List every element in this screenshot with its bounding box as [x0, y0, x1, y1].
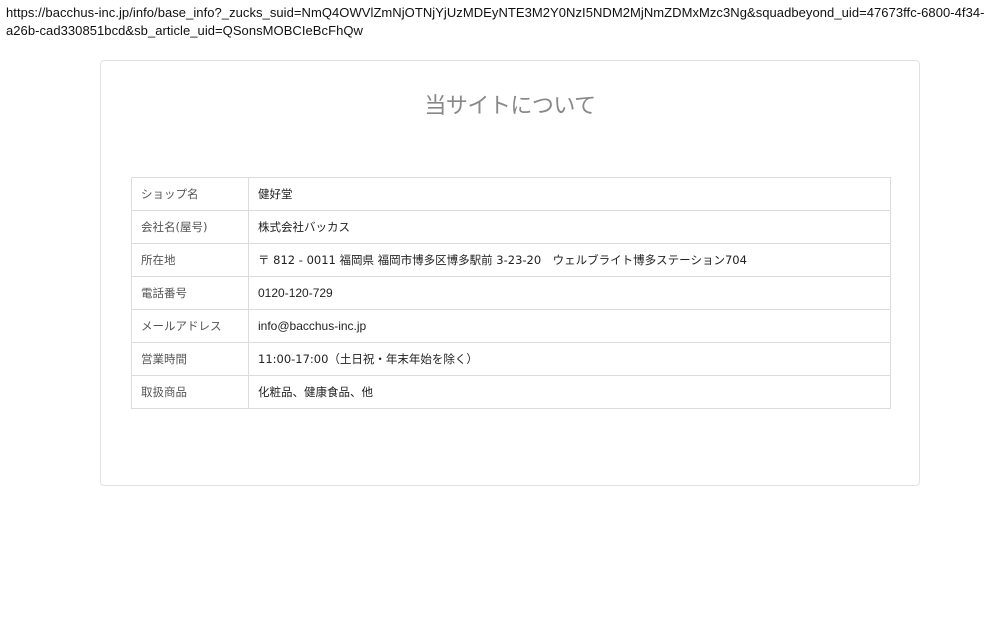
email-label: メールアドレス: [131, 309, 249, 343]
about-panel: 当サイトについて ショップ名 健好堂 会社名(屋号) 株式会社バッカス 所在地 …: [100, 60, 920, 486]
table-row: 営業時間 11:00-17:00（土日祝・年末年始を除く）: [131, 342, 891, 376]
page-title: 当サイトについて: [424, 94, 596, 119]
table-row: 電話番号 0120-120-729: [131, 276, 891, 310]
phone-value: 0120-120-729: [248, 276, 891, 310]
table-row: ショップ名 健好堂: [131, 177, 891, 211]
table-row: メールアドレス info@bacchus-inc.jp: [131, 309, 891, 343]
url-text: https://bacchus-inc.jp/info/base_info?_z…: [6, 5, 985, 38]
address-value: 〒 812 - 0011 福岡県 福岡市博多区博多駅前 3-23-20 ウェルブ…: [248, 243, 891, 277]
table-row: 所在地 〒 812 - 0011 福岡県 福岡市博多区博多駅前 3-23-20 …: [131, 243, 891, 277]
shop-info-table: ショップ名 健好堂 会社名(屋号) 株式会社バッカス 所在地 〒 812 - 0…: [131, 177, 891, 409]
company-name-label: 会社名(屋号): [131, 210, 249, 244]
shop-name-label: ショップ名: [131, 177, 249, 211]
business-hours-value: 11:00-17:00（土日祝・年末年始を除く）: [248, 342, 891, 376]
company-name-value: 株式会社バッカス: [248, 210, 891, 244]
email-value: info@bacchus-inc.jp: [248, 309, 891, 343]
table-row: 会社名(屋号) 株式会社バッカス: [131, 210, 891, 244]
phone-label: 電話番号: [131, 276, 249, 310]
business-hours-label: 営業時間: [131, 342, 249, 376]
shop-name-value: 健好堂: [248, 177, 891, 211]
address-label: 所在地: [131, 243, 249, 277]
products-label: 取扱商品: [131, 375, 249, 409]
table-row: 取扱商品 化粧品、健康食品、他: [131, 375, 891, 409]
products-value: 化粧品、健康食品、他: [248, 375, 891, 409]
